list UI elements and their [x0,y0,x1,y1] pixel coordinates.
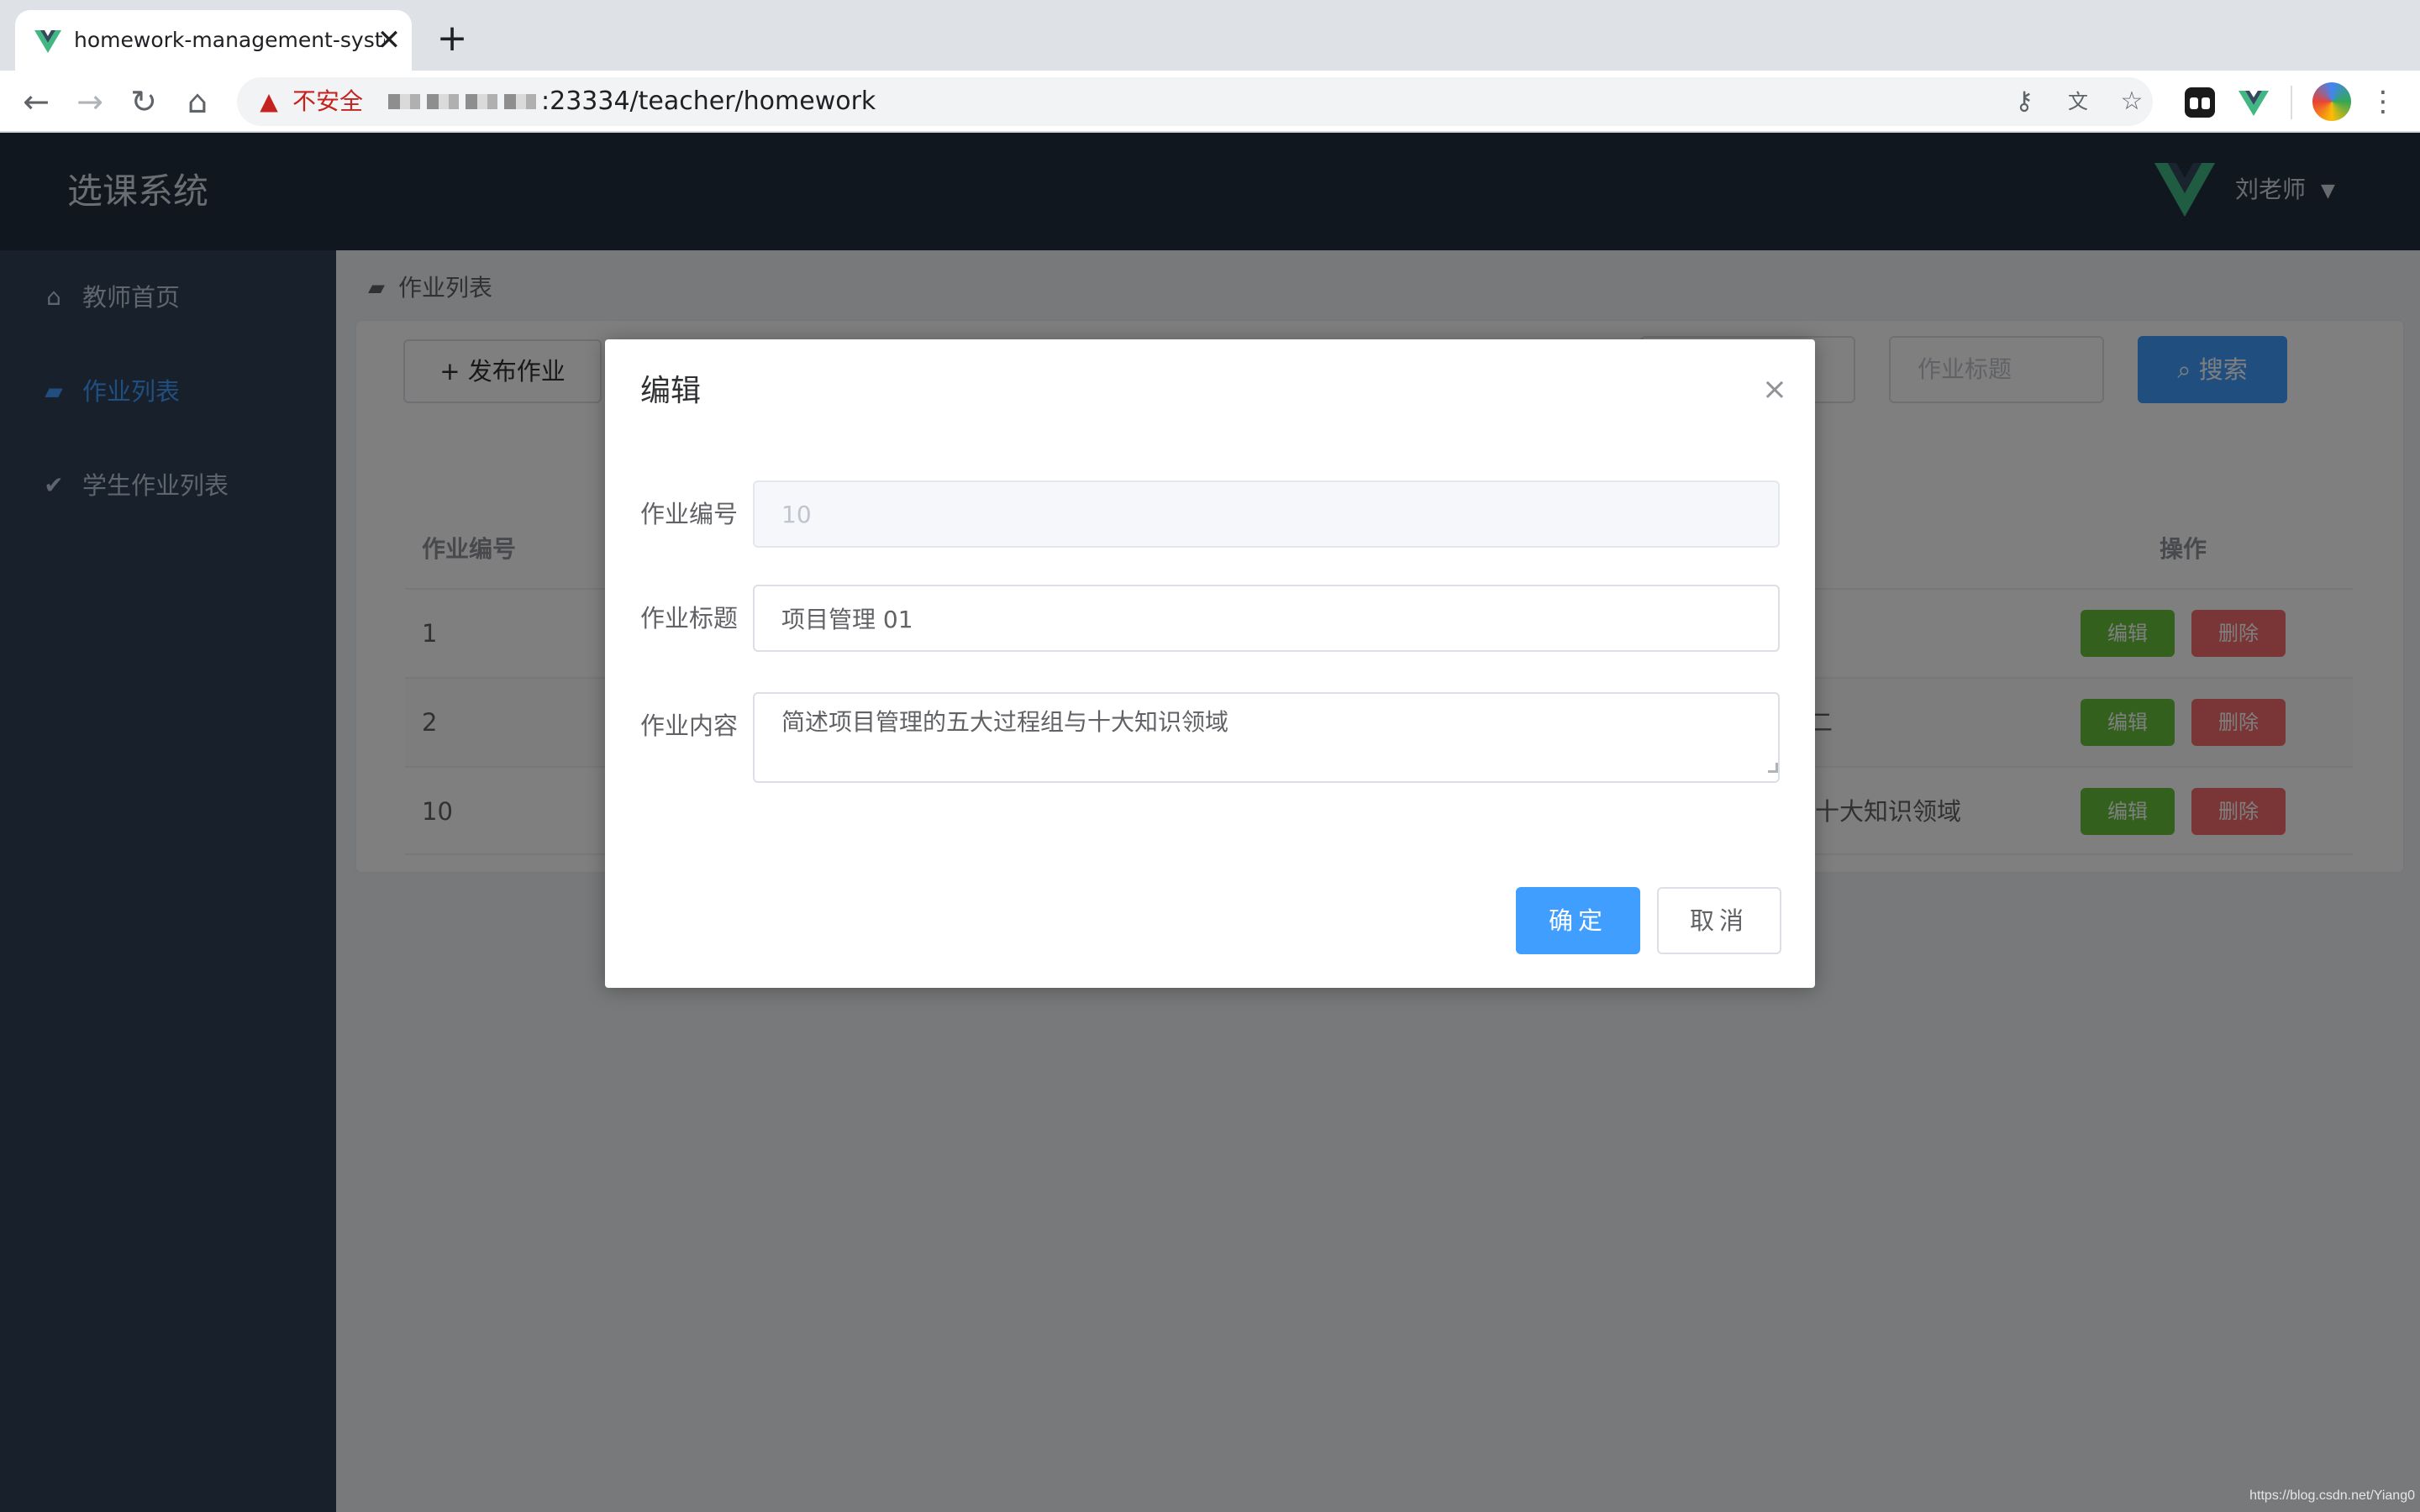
translate-icon[interactable]: 文 [2062,86,2094,118]
watermark: https://blog.csdn.net/Yiang0 [2249,1488,2415,1503]
browser-toolbar: ← → ↻ ⌂ ▲ 不安全 :23334/teacher/homework ⚷ … [0,71,2420,133]
homework-content-field[interactable]: 简述项目管理的五大过程组与十大知识领域 [753,692,1780,783]
resize-handle-icon[interactable] [1768,763,1778,773]
field-label-title: 作业标题 [640,604,739,633]
tab-title: homework-management-system [74,28,385,52]
url-text: :23334/teacher/homework [541,87,876,116]
url-redacted-host [388,94,539,109]
tab-close-icon[interactable]: ✕ [372,24,406,57]
back-icon[interactable]: ← [15,81,57,123]
homework-id-field[interactable] [753,480,1780,548]
confirm-button[interactable]: 确定 [1516,887,1640,954]
address-bar[interactable]: ▲ 不安全 :23334/teacher/homework ⚷ 文 ☆ [237,77,2153,126]
browser-tab-bar: homework-management-system ✕ + [0,0,2420,71]
profile-avatar-icon[interactable] [2312,82,2351,121]
vue-favicon-icon [34,30,61,53]
toolbar-divider [2291,86,2292,119]
close-icon[interactable]: × [1756,371,1793,408]
browser-menu-icon[interactable]: ⋮ [2368,82,2398,121]
warning-icon: ▲ [260,87,278,115]
edit-dialog: 编辑 × 作业编号 作业标题 作业内容 简述项目管理的五大过程组与十大知识领域 … [605,339,1815,988]
dialog-title: 编辑 [640,374,702,408]
extension-icon[interactable] [2183,86,2217,119]
field-label-content: 作业内容 [640,711,739,740]
key-icon[interactable]: ⚷ [2008,86,2040,118]
browser-tab[interactable]: homework-management-system ✕ [15,10,412,71]
homework-title-field[interactable] [753,585,1780,652]
star-icon[interactable]: ☆ [2116,86,2148,118]
insecure-label: 不安全 [292,87,364,115]
forward-icon[interactable]: → [69,81,111,123]
new-tab-button[interactable]: + [435,20,469,57]
home-icon[interactable]: ⌂ [176,81,218,123]
reload-icon[interactable]: ↻ [123,81,165,123]
cancel-button[interactable]: 取消 [1657,887,1781,954]
field-label-id: 作业编号 [640,500,739,528]
vue-devtools-icon[interactable] [2237,86,2270,119]
